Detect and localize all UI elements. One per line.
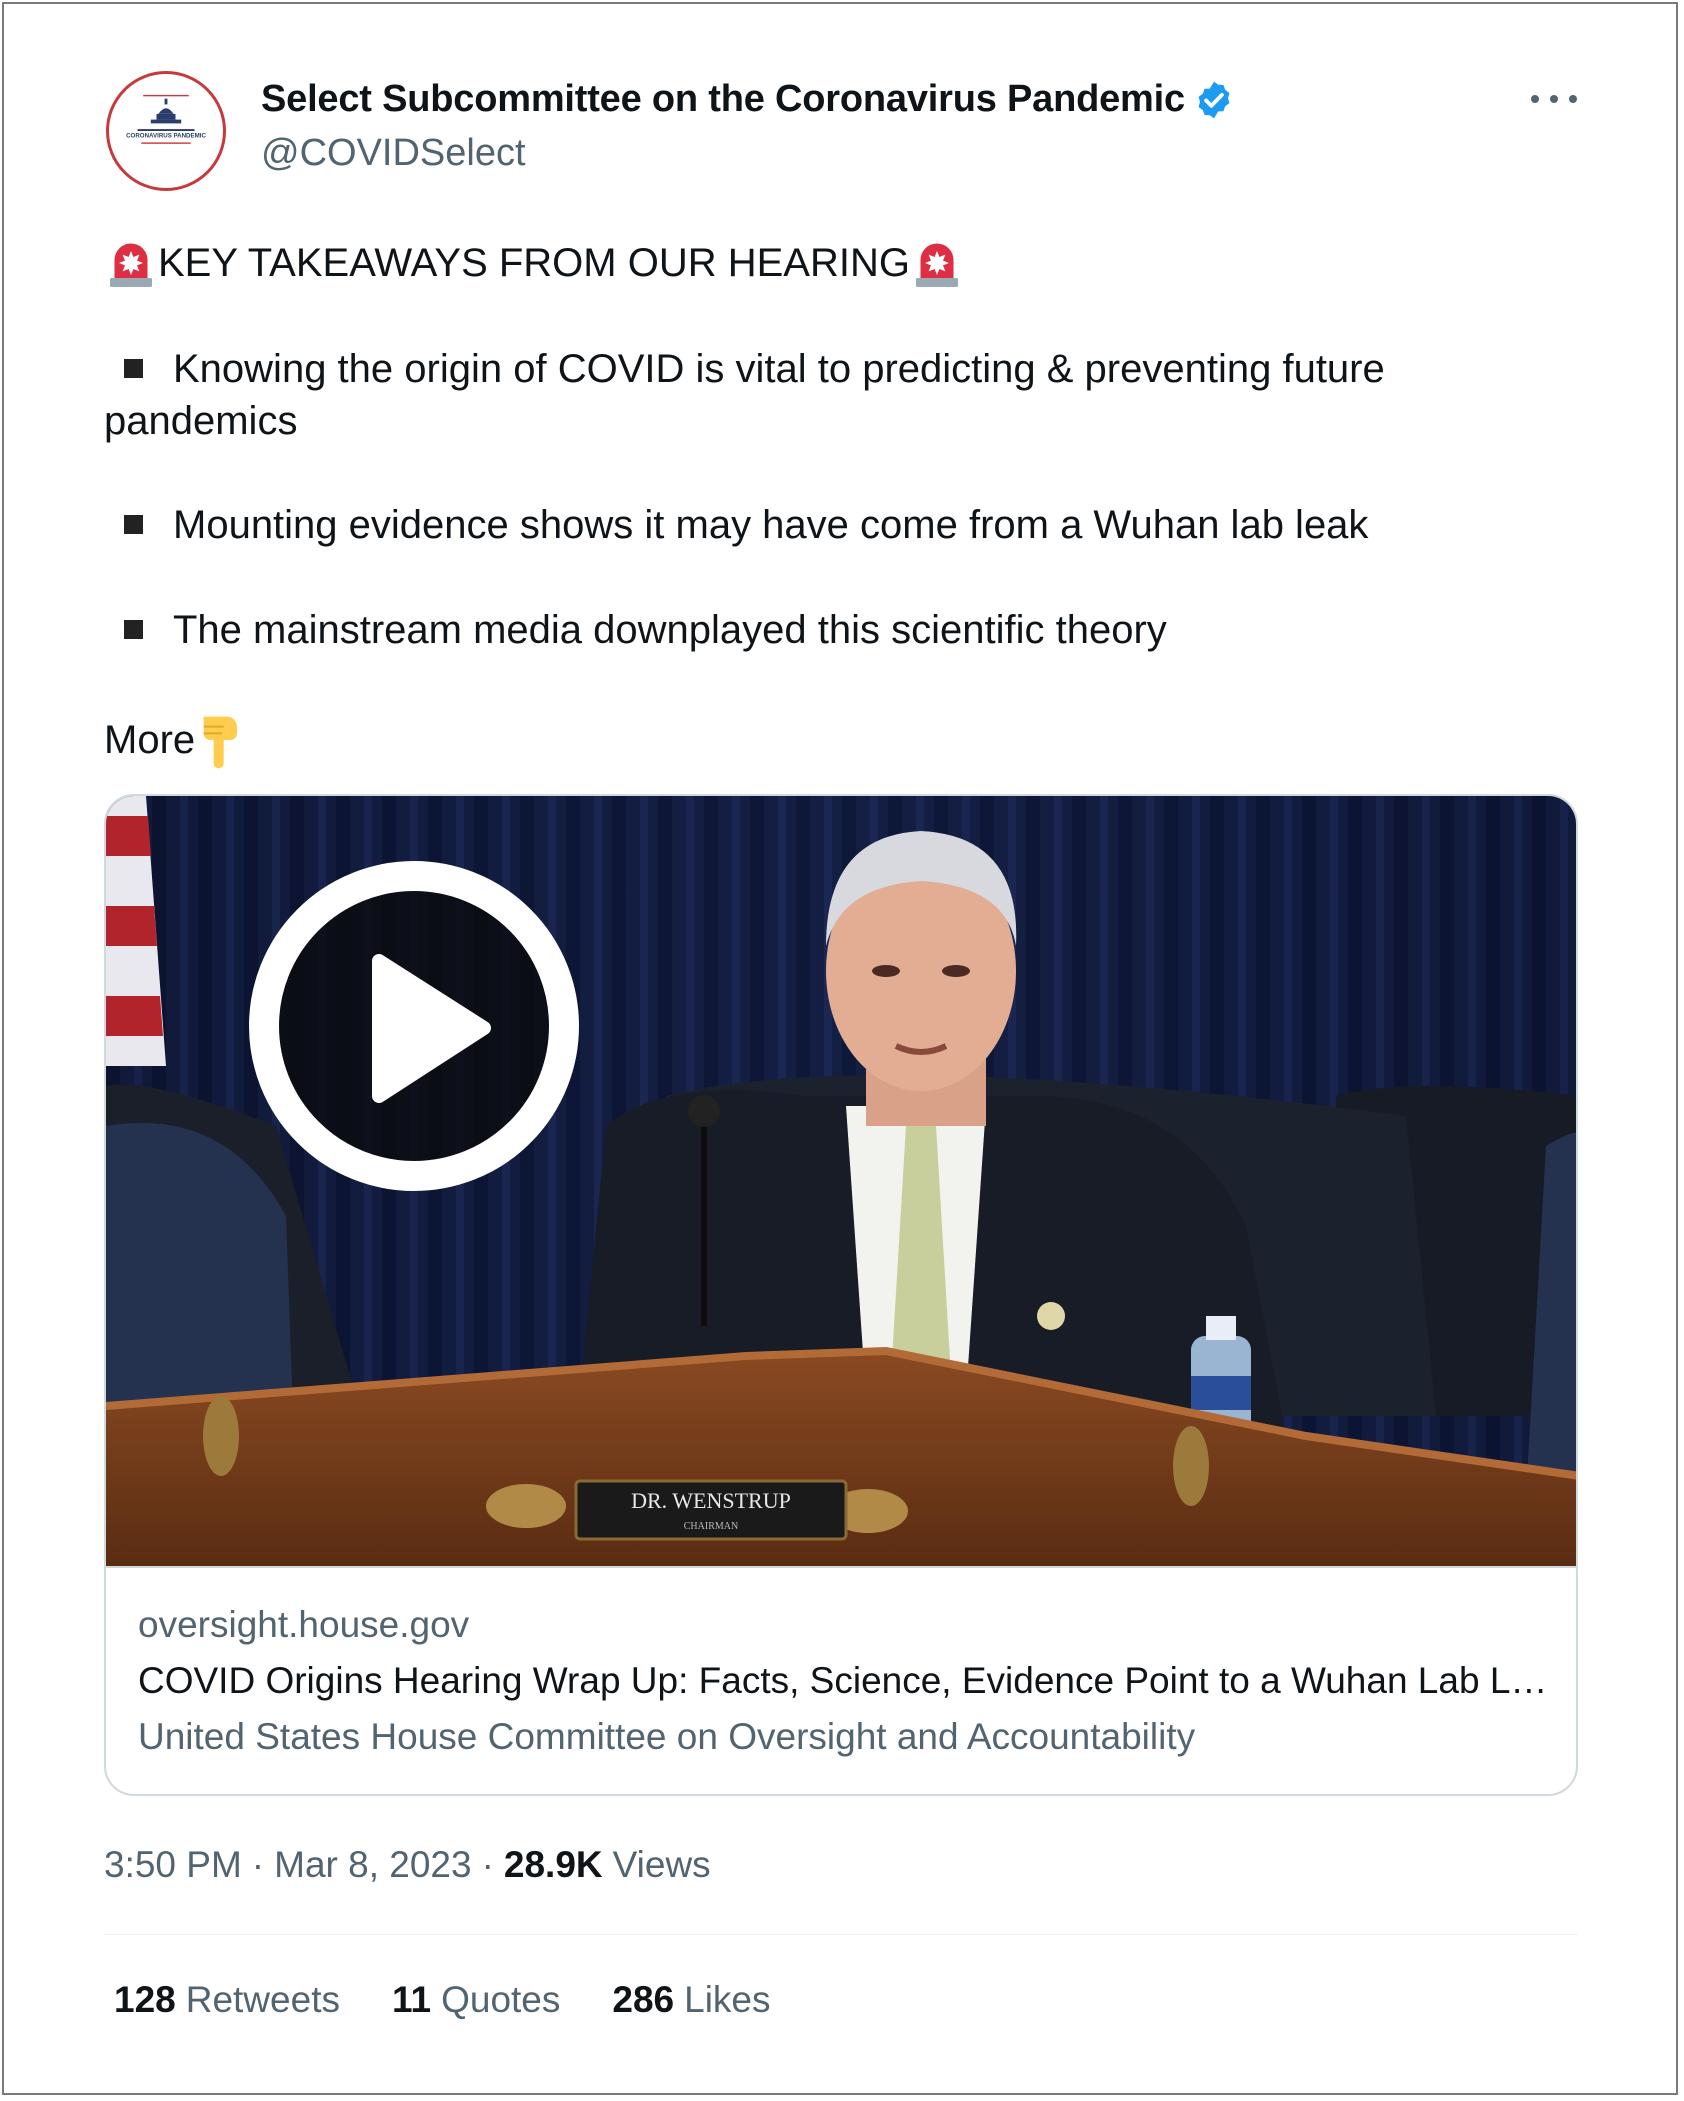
capitol-logo-icon: CORONAVIRUS PANDEMIC [112,77,220,185]
separator: · [481,1844,494,1885]
nameplate-text: DR. WENSTRUP [631,1488,791,1513]
svg-text:CORONAVIRUS PANDEMIC: CORONAVIRUS PANDEMIC [126,133,206,140]
bullet-square-icon [124,358,143,378]
backhand-index-pointing-down-icon [203,716,238,769]
display-name[interactable]: Select Subcommittee on the Coronavirus P… [261,78,1185,121]
more-options-button[interactable] [1531,84,1577,114]
author-name-row: Select Subcommittee on the Coronavirus P… [261,78,1235,121]
bullet-square-icon [124,619,143,639]
bullet-item: Mounting evidence shows it may have come… [104,499,1584,551]
divider [104,1934,1578,1935]
verified-badge-icon [1198,81,1230,118]
views-count: 28.9K [503,1844,603,1885]
timestamp-row: 3:50 PM · Mar 8, 2023 · 28.9K Views [104,1844,711,1886]
headline-text: KEY TAKEAWAYS FROM OUR HEARING [158,241,910,285]
tweet-headline: KEY TAKEAWAYS FROM OUR HEARING [104,236,1584,290]
dot-icon [1531,95,1539,103]
dot-icon [1550,95,1558,103]
quotes-stat[interactable]: 11 Quotes [392,1979,560,2021]
bullet-square-icon [124,514,143,534]
rotating-light-icon [915,243,958,287]
video-thumbnail[interactable]: DR. WENSTRUP CHAIRMAN [106,796,1576,1566]
bullet-item: Knowing the origin of COVID is vital to … [104,347,1385,443]
views-label: Views [612,1844,711,1885]
more-text: More [104,718,196,762]
separator: · [251,1844,265,1885]
link-card[interactable]: DR. WENSTRUP CHAIRMAN oversight.house.go… [104,794,1578,1796]
dot-icon [1569,95,1577,103]
avatar[interactable]: CORONAVIRUS PANDEMIC [106,71,226,191]
likes-stat[interactable]: 286 Likes [612,1979,770,2021]
tweet-date[interactable]: Mar 8, 2023 [274,1844,471,1886]
card-title: COVID Origins Hearing Wrap Up: Facts, Sc… [138,1660,1558,1701]
author-handle[interactable]: @COVIDSelect [261,132,526,175]
card-domain: oversight.house.gov [138,1604,470,1645]
rotating-light-icon [110,243,152,287]
play-video-button[interactable] [234,856,594,1196]
retweets-stat[interactable]: 128 Retweets [114,1979,340,2021]
engagement-stats: 128 Retweets 11 Quotes 286 Likes [114,1979,823,2021]
bullet-item: The mainstream media downplayed this sci… [104,604,1584,656]
link-card-meta[interactable]: oversight.house.gov COVID Origins Hearin… [106,1566,1576,1794]
more-line: More [104,710,1584,770]
card-description: United States House Committee on Oversig… [138,1716,1196,1757]
tweet-time[interactable]: 3:50 PM [104,1844,242,1886]
tweet-frame: CORONAVIRUS PANDEMIC Select Subcommittee… [2,2,1678,2095]
nameplate-subtext: CHAIRMAN [684,1521,738,1532]
